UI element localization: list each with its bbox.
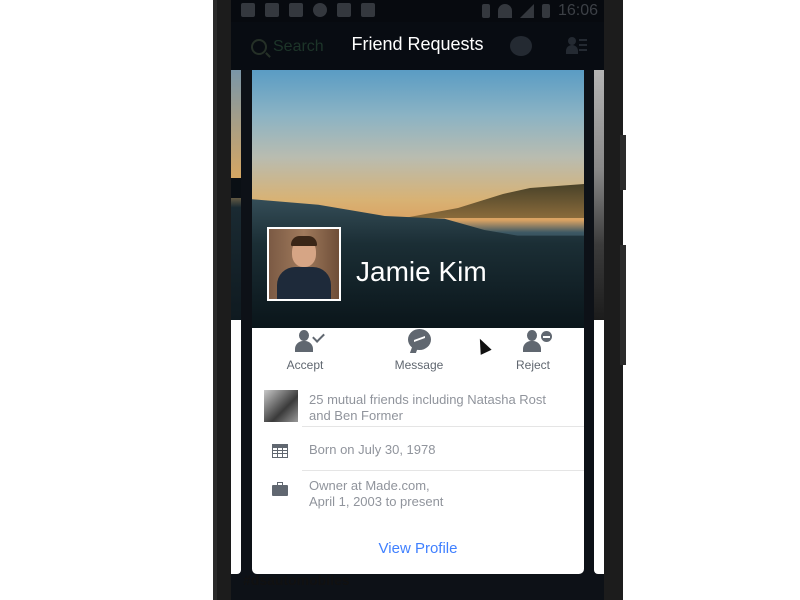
reject-friend-icon <box>488 328 578 354</box>
feed-hashtag: #dsautomobiles <box>243 572 350 588</box>
calendar-icon <box>264 440 288 458</box>
power-button <box>620 245 626 365</box>
message-label: Message <box>394 358 444 372</box>
spotify-icon <box>313 3 327 17</box>
messenger-icon[interactable] <box>510 36 532 56</box>
action-row: Accept Message Reject <box>252 320 584 380</box>
reject-button[interactable]: Reject <box>488 328 578 372</box>
view-profile-link[interactable]: View Profile <box>252 540 584 557</box>
divider <box>302 470 584 471</box>
d-app-icon <box>337 3 351 17</box>
birthday-text: Born on July 30, 1978 <box>309 442 436 457</box>
next-card-peek[interactable] <box>594 70 604 574</box>
bluetooth-icon <box>481 4 490 18</box>
photo-icon <box>361 3 375 17</box>
messenger-icon <box>374 328 464 354</box>
accept-label: Accept <box>286 358 324 372</box>
gmail-icon <box>241 3 255 17</box>
signal-icon <box>519 4 534 18</box>
friend-requests-icon[interactable] <box>566 37 588 55</box>
battery-icon <box>541 4 550 18</box>
work-line2: April 1, 2003 to present <box>309 494 444 509</box>
friend-request-card: Jamie Kim Accept Message Reject 25 mutua… <box>252 70 584 574</box>
accept-button[interactable]: Accept <box>260 328 350 372</box>
top-navbar: Search Friend Requests <box>231 22 604 70</box>
divider <box>302 426 584 427</box>
mutual-friends-row[interactable]: 25 mutual friends including Natasha Rost… <box>252 390 584 438</box>
mutual-friends-line2: and Ben Former <box>309 408 403 423</box>
briefcase-icon <box>264 480 288 496</box>
message-button[interactable]: Message <box>374 328 464 372</box>
work-row: Owner at Made.com, April 1, 2003 to pres… <box>252 478 584 518</box>
profile-picture[interactable] <box>267 227 341 301</box>
volume-button <box>620 135 626 190</box>
mutual-friend-thumbnail <box>264 390 298 422</box>
status-bar: 16:06 <box>231 0 604 22</box>
page-title: Friend Requests <box>351 34 484 54</box>
clock: 16:06 <box>557 2 598 19</box>
phone-edge <box>213 0 217 600</box>
requester-name[interactable]: Jamie Kim <box>356 256 487 288</box>
work-line1: Owner at Made.com, <box>309 478 430 493</box>
wifi-icon <box>497 4 512 18</box>
pinwheel-icon <box>265 3 279 17</box>
mutual-friends-line1: 25 mutual friends including Natasha Rost <box>309 392 547 407</box>
reject-label: Reject <box>515 358 550 372</box>
phone-app-icon <box>289 3 303 17</box>
phone-screen: 16:06 Search Friend Requests #dsautomobi… <box>231 0 604 600</box>
accept-friend-icon <box>260 328 350 354</box>
birthday-row: Born on July 30, 1978 <box>252 434 584 474</box>
previous-card-peek[interactable] <box>231 70 241 574</box>
